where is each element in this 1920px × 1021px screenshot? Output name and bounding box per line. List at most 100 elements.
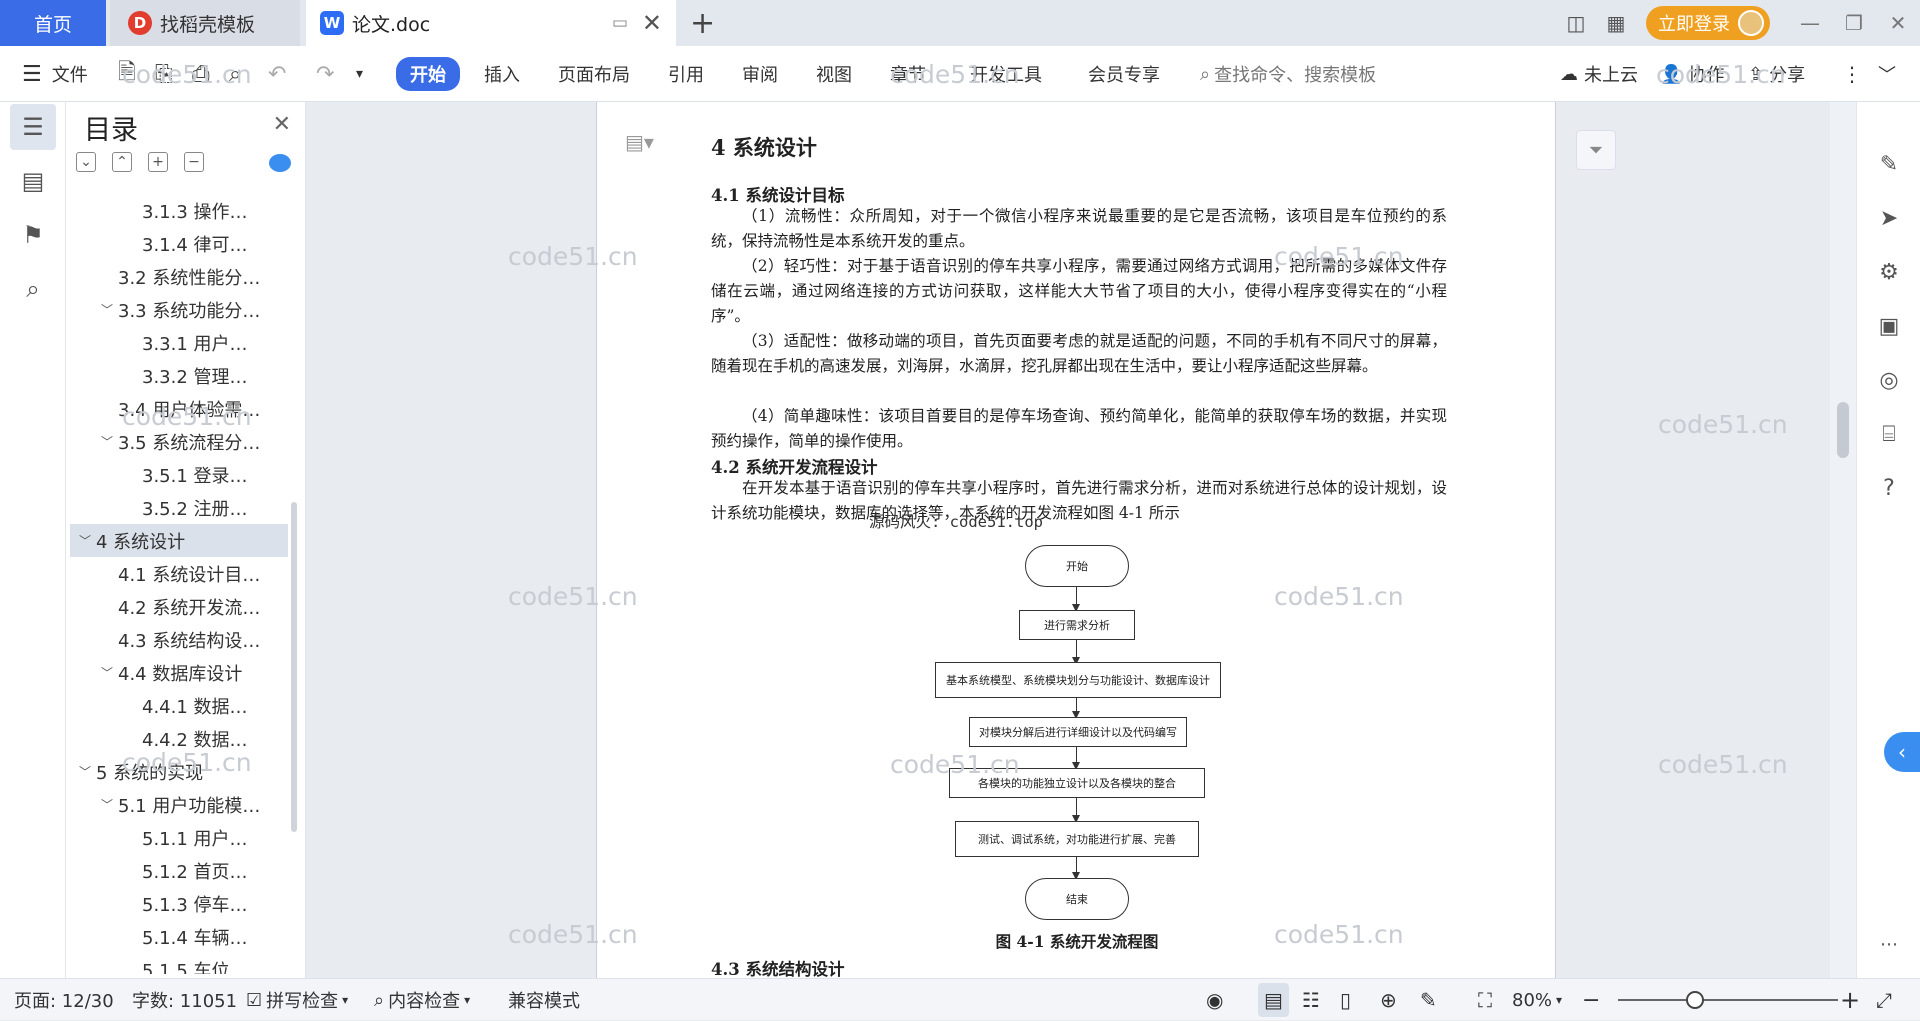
toc-item[interactable]: 3.5.1 登录… [70,458,288,491]
toc-item[interactable]: 4.4.2 数据… [70,722,288,755]
toc-item[interactable]: ﹀ 5 系统的实现 [70,755,288,788]
chevron-down-icon[interactable]: ﹀ [74,532,96,549]
toc-item[interactable]: 3.3.2 管理… [70,359,288,392]
toc-item[interactable]: 4.1 系统设计目… [70,557,288,590]
spell-check-button[interactable]: ☑ 拼写检查 ▾ [246,979,348,1021]
fullscreen-icon[interactable]: ⤢ [1876,979,1892,1021]
tab-view[interactable]: 视图 [816,46,852,102]
close-tab-icon[interactable]: ✕ [642,9,662,37]
minimize-icon[interactable]: — [1788,11,1832,35]
book-search-icon[interactable]: ⌸ [1857,422,1920,447]
help-icon[interactable]: ? [1857,476,1920,501]
adjust-icon[interactable]: ⚙ [1857,260,1920,285]
zoom-slider-knob[interactable] [1686,991,1704,1009]
toc-item[interactable]: 4.3 系统结构设… [70,623,288,656]
tab-review[interactable]: 审阅 [742,46,778,102]
print-icon[interactable]: ⎙ [192,46,210,102]
chevron-down-icon[interactable]: ﹀ [96,301,118,318]
toc-item[interactable]: 3.2 系统性能分… [70,260,288,293]
undo-icon[interactable]: ↶ [268,46,286,102]
toc-item[interactable]: 5.1.2 首页… [70,854,288,887]
file-menu-button[interactable]: ☰ 文件 [22,46,88,102]
eye-protect-icon[interactable]: ◉ [1206,979,1223,1021]
tab-page-layout[interactable]: 页面布局 [558,46,630,102]
outline-view-icon[interactable]: ☷ [1302,979,1320,1021]
toc-item[interactable]: 5.1.3 停车… [70,887,288,920]
scroll-thumb[interactable] [1837,402,1849,458]
new-tab-button[interactable]: + [690,6,715,41]
toc-item[interactable]: 3.4 用户体验需… [70,392,288,425]
collapse-ribbon-icon[interactable]: ﹀ [1878,46,1896,102]
add-heading-icon[interactable]: + [148,152,168,172]
more-tools-icon[interactable]: ⋯ [1857,934,1920,955]
collapse-all-icon[interactable]: ⌃ [112,152,132,172]
more-icon[interactable]: ⋮ [1842,46,1862,102]
apps-grid-icon[interactable]: ▦ [1596,11,1636,35]
image-edit-icon[interactable]: ▣ [1857,314,1920,339]
web-view-icon[interactable]: ⊕ [1380,979,1397,1021]
login-button[interactable]: 立即登录 [1646,6,1770,40]
toc-item[interactable]: 5.1.5 车位… [70,953,288,975]
tab-references[interactable]: 引用 [668,46,704,102]
zoom-level[interactable]: 80% ▾ [1512,979,1562,1021]
toc-item[interactable]: 3.1.3 操作… [70,194,288,227]
tab-member[interactable]: 会员专享 [1088,46,1160,102]
tab-insert[interactable]: 插入 [484,46,520,102]
expand-panel-icon[interactable]: ‹ [1884,732,1920,772]
chevron-down-icon[interactable]: ﹀ [96,664,118,681]
compass-icon[interactable]: ◎ [1857,368,1920,393]
ai-assistant-icon[interactable] [269,154,291,172]
zoom-out-icon[interactable]: − [1582,979,1600,1021]
toc-item[interactable]: ﹀ 4.4 数据库设计 [70,656,288,689]
toc-item[interactable]: 4.2 系统开发流… [70,590,288,623]
toc-close-icon[interactable]: ✕ [273,112,291,137]
reading-view-icon[interactable]: ▯ [1340,979,1351,1021]
collab-button[interactable]: 👤 协作 [1660,46,1724,102]
chevron-down-icon[interactable]: ﹀ [96,796,118,813]
outline-icon[interactable]: ▤ [10,158,56,204]
page-view-icon[interactable]: ▤ [1258,983,1289,1017]
tab-daoke-templates[interactable]: D 找稻壳模板 [110,0,300,46]
chevron-down-icon[interactable]: ﹀ [74,763,96,780]
toc-item[interactable]: 4.4.1 数据… [70,689,288,722]
page-indicator[interactable]: 页面: 12/30 [14,979,114,1021]
write-mode-icon[interactable]: ✎ [1420,979,1437,1021]
share-button[interactable]: ⇪ 分享 [1748,46,1805,102]
tab-chapter[interactable]: 章节 [890,46,926,102]
toc-item[interactable]: 5.1.4 车辆… [70,920,288,953]
redo-icon[interactable]: ↷ [316,46,334,102]
toc-item[interactable]: 3.1.4 律可… [70,227,288,260]
remove-heading-icon[interactable]: − [184,152,204,172]
bookmark-icon[interactable]: ⚑ [10,212,56,258]
tab-start[interactable]: 开始 [396,46,460,102]
cloud-button[interactable]: ☁ 未上云 [1560,46,1638,102]
screen-icon[interactable]: ▭ [612,13,628,33]
toc-item[interactable]: ﹀ 5.1 用户功能模… [70,788,288,821]
filter-icon[interactable]: ⏷ [1576,130,1616,170]
pointer-icon[interactable]: ➤ [1857,206,1920,231]
tab-home[interactable]: 首页 [0,0,106,46]
content-check-button[interactable]: ⌕ 内容检查 ▾ [374,979,470,1021]
export-icon[interactable]: ⎘ [155,46,173,102]
pen-icon[interactable]: ✎ [1857,152,1920,177]
close-window-icon[interactable]: ✕ [1876,11,1920,35]
preview-icon[interactable]: ⌕ [229,46,241,102]
toc-item[interactable]: 3.3.1 用户… [70,326,288,359]
toc-panel-icon[interactable]: ☰ [10,104,56,150]
toc-item[interactable]: 3.5.2 注册… [70,491,288,524]
word-count[interactable]: 字数: 11051 [132,979,237,1021]
toc-item[interactable]: 5.1.1 用户… [70,821,288,854]
quick-access-dropdown-icon[interactable]: ▾ [356,46,363,102]
fit-page-icon[interactable]: ⛶ [1478,979,1492,1021]
chevron-down-icon[interactable]: ﹀ [96,433,118,450]
toc-item[interactable]: ﹀ 3.5 系统流程分… [70,425,288,458]
expand-all-icon[interactable]: ⌄ [76,152,96,172]
layout-icon[interactable]: ◫ [1556,11,1596,35]
command-search[interactable]: ⌕ 查找命令、搜索模板 [1200,46,1376,102]
toc-item[interactable]: ﹀ 4 系统设计 [70,524,288,557]
zoom-slider[interactable] [1618,999,1838,1001]
restore-icon[interactable]: ❐ [1832,11,1876,35]
tab-developer[interactable]: 开发工具 [970,46,1042,102]
zoom-in-icon[interactable]: + [1840,979,1860,1021]
find-icon[interactable]: ⌕ [10,266,56,312]
